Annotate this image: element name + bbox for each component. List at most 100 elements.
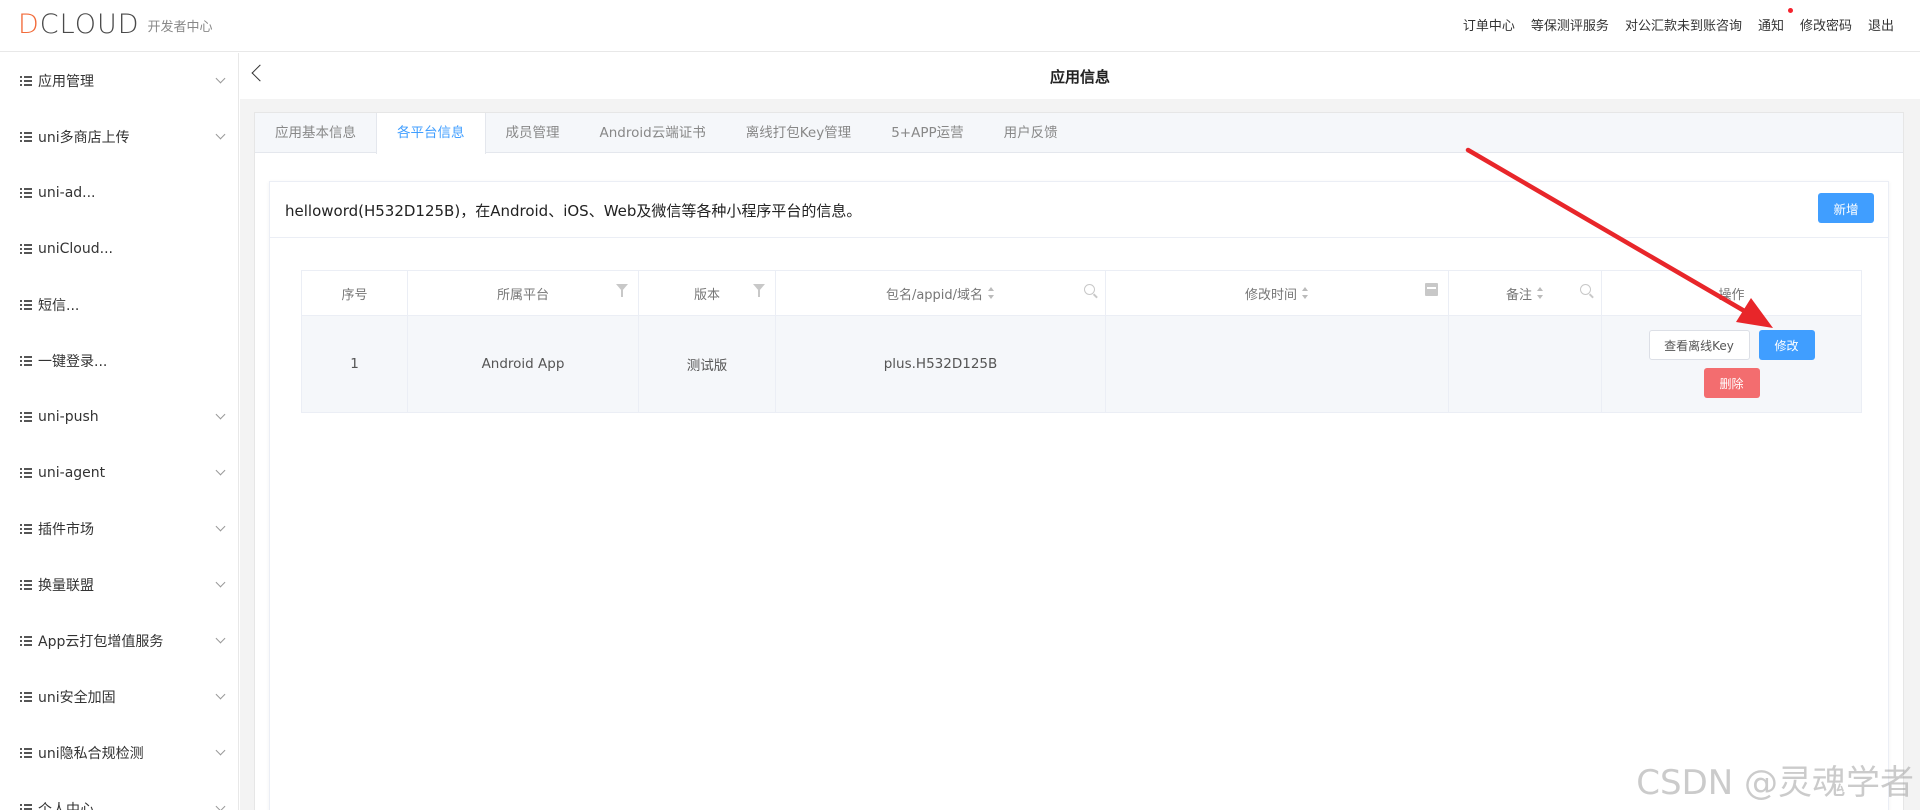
col-index: 序号 <box>302 271 408 315</box>
sidebar-item-label: uni隐私合规检测 <box>38 746 144 762</box>
sidebar-item[interactable]: uni-agent <box>0 445 238 501</box>
platform-info-card: helloword(H532D125B)，在Android、iOS、Web及微信… <box>269 181 1889 810</box>
watermark: CSDN @灵魂学者 <box>1636 763 1914 803</box>
sidebar-item[interactable]: uni-push <box>0 389 238 445</box>
sidebar-item[interactable]: uni隐私合规检测 <box>0 725 238 781</box>
sidebar-item[interactable]: 应用管理 <box>0 53 238 109</box>
search-icon[interactable] <box>1580 284 1591 295</box>
tab[interactable]: 各平台信息 <box>376 113 486 154</box>
list-icon <box>20 244 32 254</box>
col-actions: 操作 <box>1602 271 1861 315</box>
sidebar-item[interactable]: uni多商店上传 <box>0 109 238 165</box>
search-icon[interactable] <box>1084 284 1095 295</box>
sort-icon[interactable] <box>988 287 995 299</box>
list-icon <box>20 524 32 534</box>
table-header-row: 序号 所属平台 版本 包名/appid/域名 修改时间 备注 操作 <box>302 271 1861 316</box>
list-icon <box>20 300 32 310</box>
sidebar-item[interactable]: 个人中心 <box>0 781 238 810</box>
logo-subtitle: 开发者中心 <box>147 19 213 35</box>
sidebar-item-label: uni-push <box>38 409 99 425</box>
chevron-down-icon <box>215 633 226 644</box>
tab[interactable]: 离线打包Key管理 <box>726 113 871 153</box>
tab[interactable]: 应用基本信息 <box>255 113 376 153</box>
tab[interactable]: 成员管理 <box>486 113 580 153</box>
col-note: 备注 <box>1449 271 1602 315</box>
chevron-down-icon <box>215 465 226 476</box>
sort-icon[interactable] <box>1537 287 1544 299</box>
nav-notifications-label: 通知 <box>1757 19 1784 34</box>
nav-remittance-inquiry[interactable]: 对公汇款未到账咨询 <box>1625 15 1742 34</box>
chevron-down-icon <box>215 689 226 700</box>
top-nav: 订单中心 等保测评服务 对公汇款未到账咨询 通知 修改密码 退出 <box>1463 8 1894 34</box>
nav-notifications[interactable]: 通知 <box>1757 8 1793 34</box>
title-bar: 应用信息 <box>240 53 1920 99</box>
sidebar-item-label: 应用管理 <box>38 74 94 90</box>
content-panel: 应用基本信息 各平台信息 成员管理 Android云端证书 离线打包Key管理 5+APP… <box>254 112 1904 810</box>
list-icon <box>20 132 32 142</box>
sidebar-item[interactable]: 短信... <box>0 277 238 333</box>
sidebar-item-label: 一键登录... <box>38 354 108 370</box>
sidebar-item-label: uni多商店上传 <box>38 130 130 146</box>
tab[interactable]: Android云端证书 <box>580 113 726 153</box>
cell-note <box>1449 316 1602 412</box>
chevron-down-icon <box>215 73 226 84</box>
add-button[interactable]: 新增 <box>1818 193 1874 223</box>
nav-security-eval[interactable]: 等保测评服务 <box>1531 15 1609 34</box>
logo-accent-letter: D <box>18 9 40 40</box>
col-modified-label: 修改时间 <box>1244 287 1297 303</box>
sidebar-item[interactable]: uniCloud... <box>0 221 238 277</box>
cell-index: 1 <box>302 316 408 412</box>
cell-platform: Android App <box>408 316 639 412</box>
sidebar-item[interactable]: App云打包增值服务 <box>0 613 238 669</box>
col-index-label: 序号 <box>341 287 368 303</box>
nav-logout[interactable]: 退出 <box>1868 15 1894 34</box>
tab[interactable]: 5+APP运营 <box>871 113 983 153</box>
logo-rest: CLOUD <box>39 9 140 40</box>
cell-modified <box>1106 316 1449 412</box>
delete-button[interactable]: 删除 <box>1703 368 1760 398</box>
cell-package: plus.H532D125B <box>776 316 1106 412</box>
sidebar-item[interactable]: 一键登录... <box>0 333 238 389</box>
tab[interactable]: 用户反馈 <box>984 113 1078 153</box>
tab-bar: 应用基本信息 各平台信息 成员管理 Android云端证书 离线打包Key管理 5+APP… <box>255 113 1903 154</box>
sidebar-item[interactable]: uni安全加固 <box>0 669 238 725</box>
sidebar-item-label: 个人中心 <box>38 802 94 810</box>
chevron-down-icon <box>215 745 226 756</box>
filter-icon[interactable] <box>753 284 765 298</box>
list-icon <box>20 804 32 810</box>
sort-icon[interactable] <box>1302 287 1309 299</box>
col-platform: 所属平台 <box>408 271 639 315</box>
col-version-label: 版本 <box>693 287 720 303</box>
dcloud-logo[interactable]: DCLOUD 开发者中心 <box>18 9 213 40</box>
nav-change-password[interactable]: 修改密码 <box>1800 15 1852 34</box>
col-platform-label: 所属平台 <box>496 287 549 303</box>
chevron-down-icon <box>215 801 226 810</box>
chevron-down-icon <box>215 521 226 532</box>
card-header: helloword(H532D125B)，在Android、iOS、Web及微信… <box>270 182 1888 238</box>
sidebar-item-label: uni-ad... <box>38 185 96 201</box>
col-package: 包名/appid/域名 <box>776 271 1106 315</box>
sidebar-item[interactable]: uni-ad... <box>0 165 238 221</box>
sidebar-item-label: 换量联盟 <box>38 578 94 594</box>
sidebar-item[interactable]: 插件市场 <box>0 501 238 557</box>
actions-row: 查看离线Key 修改 <box>1648 330 1815 360</box>
notification-dot-icon <box>1787 8 1793 13</box>
list-icon <box>20 412 32 422</box>
col-version: 版本 <box>639 271 776 315</box>
view-offline-key-button[interactable]: 查看离线Key <box>1648 330 1750 360</box>
edit-button[interactable]: 修改 <box>1758 330 1815 360</box>
page-title: 应用信息 <box>1049 68 1110 86</box>
sidebar-item-label: uni-agent <box>38 465 106 481</box>
sidebar-item-label: 插件市场 <box>38 522 94 538</box>
list-icon <box>20 748 32 758</box>
list-icon <box>20 188 32 198</box>
table-row: 1 Android App 测试版 plus.H532D125B 查看离线Key… <box>302 316 1861 412</box>
calendar-icon[interactable] <box>1425 283 1438 296</box>
col-note-label: 备注 <box>1505 287 1532 303</box>
logo-wordmark: DCLOUD <box>18 9 140 40</box>
sidebar-item-label: uni安全加固 <box>38 690 116 706</box>
filter-icon[interactable] <box>616 284 628 298</box>
nav-orders[interactable]: 订单中心 <box>1463 15 1515 34</box>
list-icon <box>20 76 32 86</box>
sidebar-item[interactable]: 换量联盟 <box>0 557 238 613</box>
